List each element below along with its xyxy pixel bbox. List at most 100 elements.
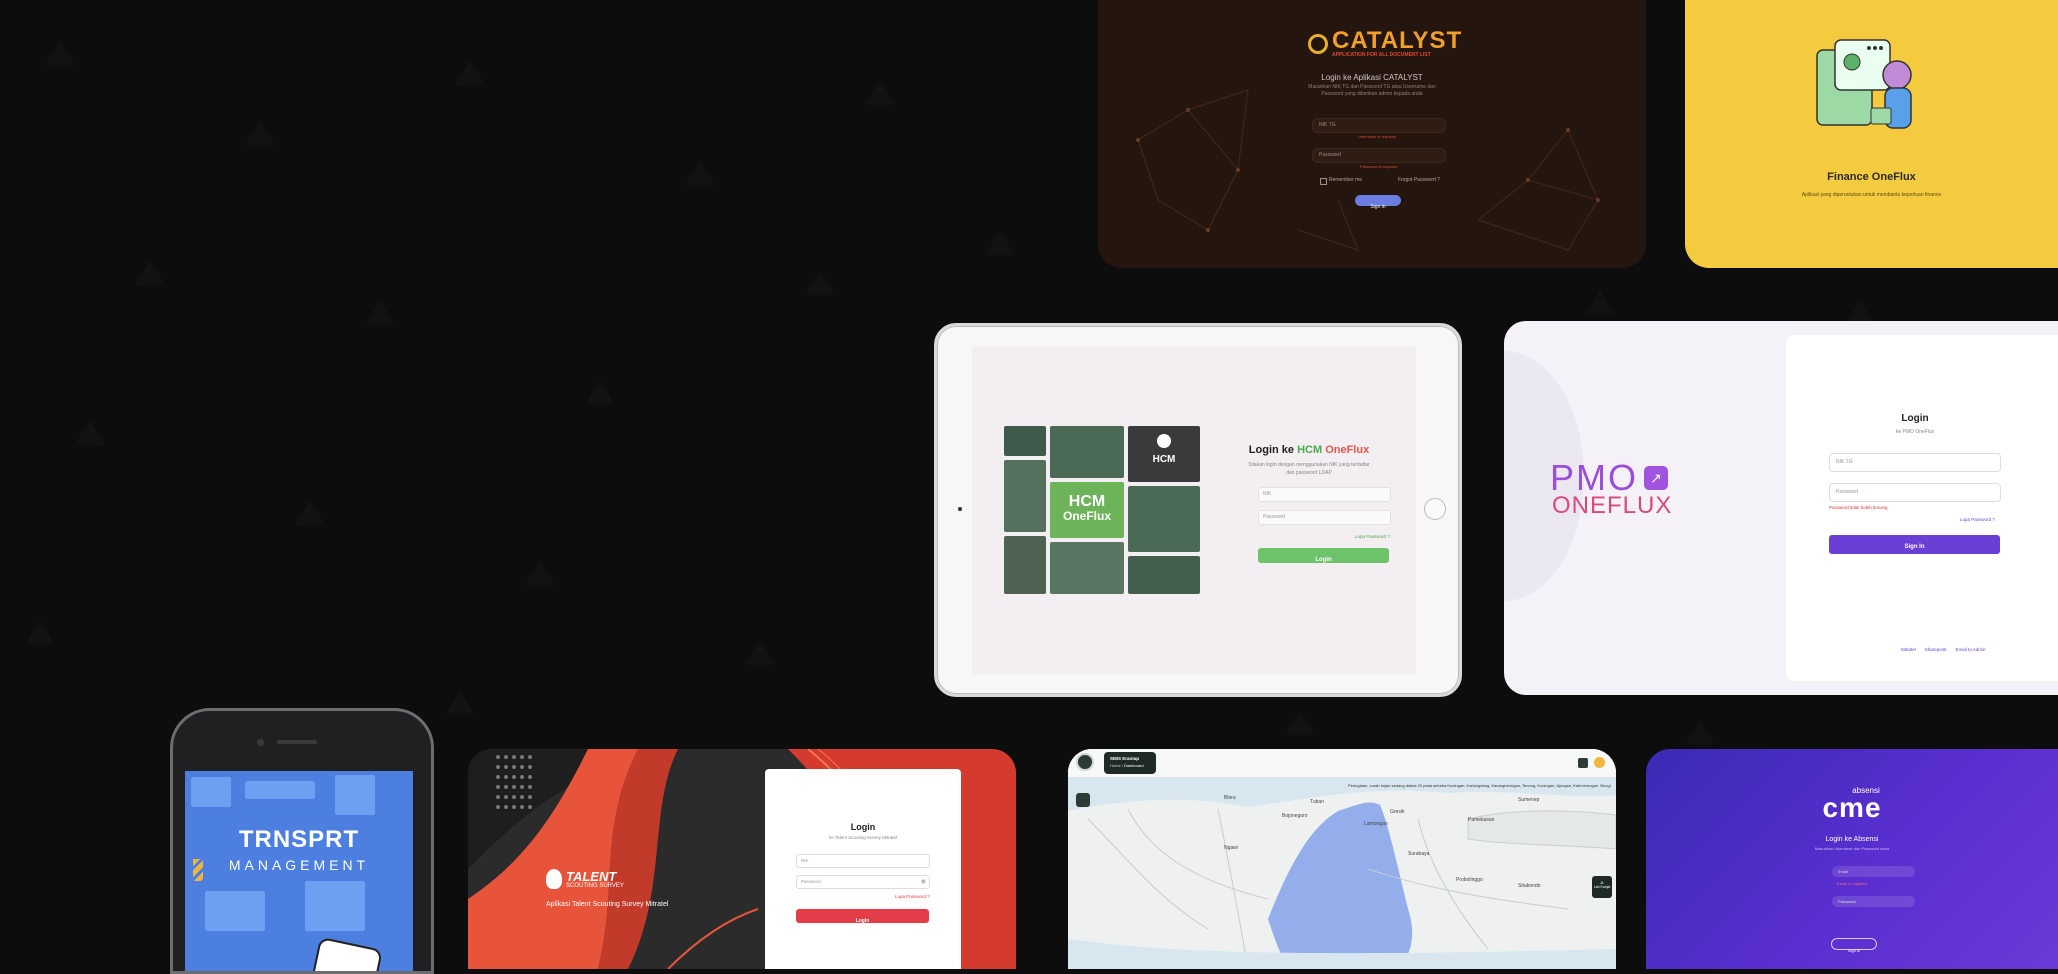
footer-link-email-admin[interactable]: Email to Admin [1956,647,1986,652]
map-info-panel[interactable]: JL Lab Kanjal [1592,876,1612,898]
hcm-password-placeholder: Password [1263,514,1285,520]
catalyst-heading: Login ke Aplikasi CATALYST [1321,73,1423,82]
transport-subtitle: MANAGEMENT [228,857,370,873]
finance-illustration [1816,39,1912,129]
hcm-logo-line-2: OneFlux [1062,509,1111,523]
finance-title: Finance OneFlux [1827,171,1916,183]
tablet-home-button[interactable] [1424,498,1446,520]
absensi-signin-label: Sign in [1847,948,1861,953]
absensi-heading: Login ke Absensi [1825,836,1879,843]
map-dashboard-card: SIMS Erantap Home / Dashboard Peringatan… [1068,749,1616,969]
hcm-login-label: Login [1315,557,1332,563]
catalyst-forgot-link[interactable]: Forgot Password ? [1398,177,1440,183]
talent-password-placeholder: Password [801,879,821,884]
map-place-gresik: Gresik [1390,809,1405,815]
talent-nik-placeholder: NIK [801,858,809,863]
talent-nik-field[interactable]: NIK [796,854,930,868]
pmo-heading: Login [1901,413,1929,424]
absensi-subtitle: Masukkan Username dan Password anda [1814,846,1890,851]
map-app-name: SIMS Erantap [1110,756,1140,761]
phone-camera [257,739,264,746]
pmo-forgot-link[interactable]: Lupa Password ? [1960,517,1995,522]
talent-password-field[interactable]: Password ◉ [796,875,930,889]
photo-tile [1050,542,1124,594]
catalyst-nik-error: Username is required [1358,134,1397,139]
map-grid-icon[interactable] [1578,758,1588,768]
hcm-forgot-link[interactable]: Lupa Password ? [1355,534,1390,539]
finance-subtitle: Aplikasi yang diperuntukan untuk membant… [1801,192,1942,198]
talent-forgot-link[interactable]: Lupa Password ? [895,894,930,899]
pmo-password-field[interactable]: Password [1829,483,2001,502]
absensi-email-placeholder: Email [1838,869,1849,874]
pmo-logo-chart-icon: ↗ [1644,466,1669,490]
catalyst-remember-checkbox[interactable] [1320,178,1327,185]
hcm-password-field[interactable]: Password [1258,510,1391,525]
photo-tile [1128,486,1200,552]
hcm-nik-placeholder: NIK [1263,491,1272,497]
catalyst-login-card: CATALYST APPLICATION FOR ALL DOCUMENT LI… [1098,0,1646,268]
map-place-blora: Blora [1224,795,1236,801]
breadcrumb-dashboard: Dashboard [1124,763,1144,768]
hcm-nik-field[interactable]: NIK [1258,487,1391,502]
catalyst-subtitle-1: Masukkan NIK TG dan Password TG atau Use… [1308,84,1436,90]
photo-tile [1004,426,1046,456]
hcm-subtitle-2: dan password LDAP [1286,470,1332,476]
catalyst-password-placeholder: Password [1319,152,1341,158]
catalyst-logo-icon [1308,34,1328,54]
catalyst-signin-button[interactable]: Sign in [1355,195,1401,210]
footer-link-sharepoint[interactable]: Sharepoint [1925,647,1947,652]
pmo-nik-field[interactable]: NIK TG [1829,453,2001,472]
map-side-button[interactable] [1076,793,1090,807]
map-ticker: Peringatan, curah hujan sedang diatas 20… [1348,783,1611,788]
talent-flame-icon [546,869,562,889]
photo-tile [1004,460,1046,532]
catalyst-password-field[interactable]: Password [1312,148,1446,163]
footer-link-mitratel[interactable]: Mitratel [1901,647,1916,652]
talent-brand-1: TALENT [566,868,617,884]
hcm-tablet: HCM HCM OneFlux Login ke HCM OneFlux Sil… [934,323,1462,697]
map-place-surabaya: Surabaya [1408,851,1430,857]
map-bell-icon[interactable] [1594,757,1605,768]
map-block [305,881,365,931]
pmo-logo-text: PMO [1550,457,1639,498]
transport-screen: TRNSPRT MANAGEMENT [185,771,413,971]
map-place-bojonegoro: Bojonegoro [1282,813,1308,819]
pmo-logo: PMO ↗ ONEFLUX [1550,457,1673,519]
photo-tile [1050,426,1124,478]
absensi-logo: absensi cme [1646,787,2058,823]
transport-flag-icon [193,859,203,881]
map-view [1068,749,1616,969]
map-place-tuban: Tuban [1310,799,1324,805]
breadcrumb-home[interactable]: Home [1110,763,1121,768]
transport-title: TRNSPRT [238,826,360,853]
map-place-situbondo: Situbondo [1518,883,1541,889]
hcm-heading-hcm: HCM [1297,444,1323,456]
map-header: SIMS Erantap Home / Dashboard [1068,749,1616,778]
transport-phone: TRNSPRT MANAGEMENT [170,708,434,974]
absensi-cme-card: absensi cme Login ke Absensi Masukkan Us… [1646,749,2058,969]
talent-heading: Login [850,822,876,832]
hcm-green-tile: HCM OneFlux [1050,482,1124,538]
absensi-password-field[interactable]: Password [1832,896,1915,907]
absensi-logo-big: cme [1822,792,1882,823]
hcm-login-button[interactable]: Login [1258,548,1389,563]
talent-brand-2: SCOUTING SURVEY [566,882,624,889]
catalyst-nik-field[interactable]: NIK TG [1312,118,1446,133]
absensi-signin-button[interactable]: Sign in [1831,938,1877,953]
password-eye-icon[interactable]: ◉ [921,878,926,885]
pmo-signin-label: Sign In [1904,544,1925,550]
map-place-lamongan: Lamongan [1364,821,1388,827]
catalyst-remember-label: Remember me [1329,177,1363,183]
pmo-signin-button[interactable]: Sign In [1829,535,2000,554]
hcm-subtitle-1: Silakan login dengan menggunakan NIK yan… [1248,462,1370,468]
phone-speaker [277,740,317,744]
pmo-nik-placeholder: NIK TG [1836,459,1853,465]
pmo-logo-oneflux: ONEFLUX [1552,492,1673,519]
hcm-dark-tile-label: HCM [1152,454,1176,465]
pmo-password-placeholder: Password [1836,489,1858,495]
talent-subheading: ke Talent Scouting Survey Mitratel [829,835,897,840]
hcm-dark-tile: HCM [1128,426,1200,482]
talent-login-button[interactable]: Login [796,909,929,924]
absensi-email-field[interactable]: Email [1832,866,1915,877]
map-block [245,781,315,799]
